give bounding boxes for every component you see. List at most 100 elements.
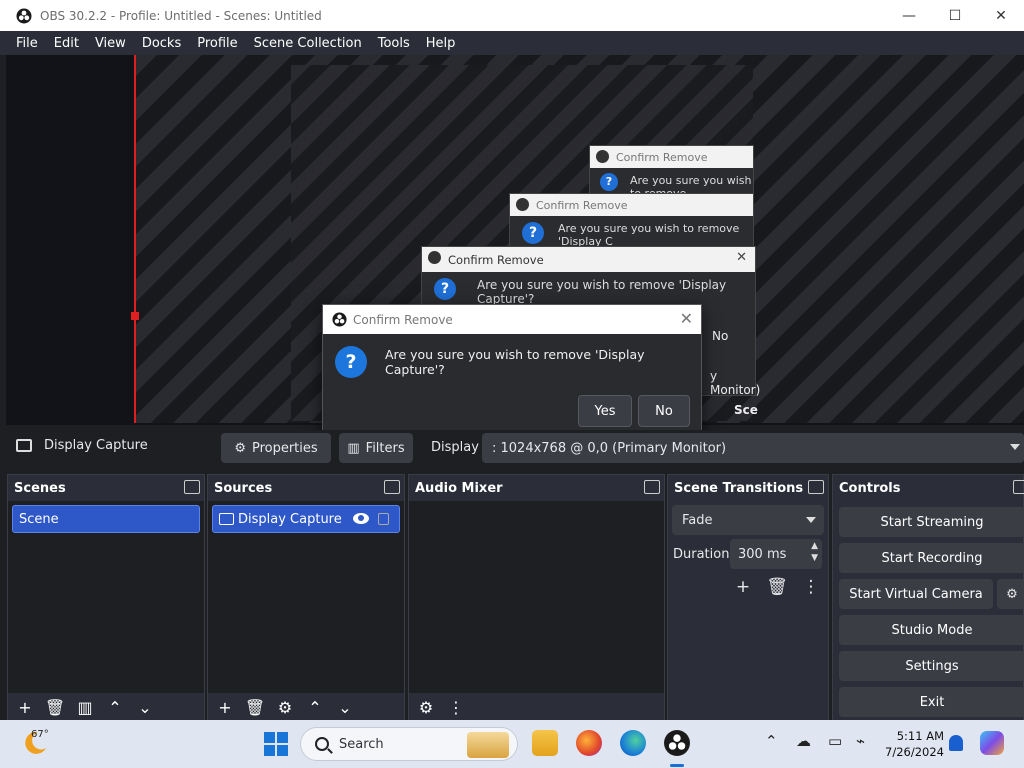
exit-button[interactable]: Exit bbox=[839, 687, 1024, 717]
ghost-dialog-title: Confirm Remove bbox=[616, 150, 708, 164]
display-icon[interactable]: ▭ bbox=[828, 732, 842, 750]
ghost-scene-text: Sce bbox=[734, 403, 758, 417]
studio-mode-button[interactable]: Studio Mode bbox=[839, 615, 1024, 645]
obs-window: OBS 30.2.2 - Profile: Untitled - Scenes:… bbox=[0, 0, 1024, 768]
dialog-close-button[interactable]: ✕ bbox=[680, 309, 693, 328]
dialog-title-bar: Confirm Remove ✕ bbox=[323, 305, 701, 334]
maximize-button[interactable]: ☐ bbox=[932, 0, 978, 31]
menu-edit[interactable]: Edit bbox=[46, 36, 87, 51]
clock-date: 7/26/2024 bbox=[885, 745, 944, 759]
chevron-up-icon[interactable]: ⌃ bbox=[102, 696, 128, 718]
properties-label: Properties bbox=[251, 440, 318, 456]
ghost-no-button: No bbox=[712, 329, 729, 343]
dock-header: Audio Mixer bbox=[409, 475, 664, 501]
filter-icon: ▥ bbox=[347, 440, 360, 456]
question-icon: ? bbox=[434, 278, 456, 300]
notification-bell-icon[interactable] bbox=[949, 735, 963, 751]
ghost-dialog-3: Confirm Remove ?Are you sure you wish to… bbox=[589, 145, 754, 200]
gear-icon[interactable]: ⚙ bbox=[413, 696, 439, 718]
window-title: OBS 30.2.2 - Profile: Untitled - Scenes:… bbox=[40, 8, 322, 23]
chevron-down-icon[interactable]: ⌄ bbox=[132, 696, 158, 718]
menu-scene-collection[interactable]: Scene Collection bbox=[246, 36, 370, 51]
undock-icon[interactable] bbox=[184, 480, 200, 494]
taskbar-search[interactable]: Search bbox=[300, 727, 518, 761]
settings-button[interactable]: Settings bbox=[839, 651, 1024, 681]
file-explorer-icon[interactable] bbox=[532, 730, 558, 756]
chevron-up-icon[interactable]: ⌃ bbox=[302, 696, 328, 718]
close-button[interactable]: ✕ bbox=[978, 0, 1024, 31]
question-icon: ? bbox=[600, 173, 618, 191]
start-streaming-button[interactable]: Start Streaming bbox=[839, 507, 1024, 537]
confirm-remove-dialog: Confirm Remove ✕ ? Are you sure you wish… bbox=[322, 304, 702, 438]
dock-header: Scenes bbox=[8, 475, 204, 501]
lock-icon[interactable] bbox=[378, 513, 389, 525]
transitions-title: Scene Transitions bbox=[674, 480, 804, 496]
clock[interactable]: 5:11 AM 7/26/2024 bbox=[874, 728, 944, 760]
firefox-icon[interactable] bbox=[576, 730, 602, 756]
ghost-dialog-2: Confirm Remove ? Are you sure you wish to… bbox=[509, 193, 754, 253]
scenes-dock: Scenes Scene + 🗑 ▥ ⌃ ⌄ bbox=[7, 474, 205, 722]
question-icon: ? bbox=[522, 222, 544, 244]
add-icon[interactable]: + bbox=[212, 696, 238, 718]
menu-view[interactable]: View bbox=[87, 36, 134, 51]
more-options-icon[interactable]: ⋮ bbox=[443, 696, 469, 718]
close-icon: ✕ bbox=[736, 250, 747, 265]
duration-value: 300 ms bbox=[738, 546, 787, 562]
transition-select[interactable]: Fade bbox=[672, 505, 824, 535]
menu-profile[interactable]: Profile bbox=[189, 36, 245, 51]
source-item[interactable]: Display Capture bbox=[212, 505, 400, 533]
yes-button[interactable]: Yes bbox=[578, 395, 632, 427]
trash-icon[interactable]: 🗑 bbox=[764, 575, 790, 599]
active-app-indicator bbox=[670, 764, 684, 767]
obs-taskbar-icon[interactable] bbox=[664, 730, 690, 756]
window-controls: — ☐ ✕ bbox=[886, 0, 1024, 31]
copilot-icon[interactable] bbox=[980, 731, 1004, 755]
virtual-camera-settings-button[interactable]: ⚙ bbox=[997, 579, 1024, 609]
no-button[interactable]: No bbox=[638, 395, 690, 427]
more-options-icon[interactable]: ⋮ bbox=[798, 575, 824, 599]
menu-docks[interactable]: Docks bbox=[134, 36, 189, 51]
gear-icon[interactable]: ⚙ bbox=[272, 696, 298, 718]
chevron-down-icon[interactable]: ▼ bbox=[811, 553, 818, 563]
filter-icon[interactable]: ▥ bbox=[72, 696, 98, 718]
eye-icon[interactable] bbox=[353, 513, 369, 524]
search-placeholder: Search bbox=[339, 736, 384, 752]
add-icon[interactable]: + bbox=[12, 696, 38, 718]
menu-tools[interactable]: Tools bbox=[370, 36, 418, 51]
source-item-label: Display Capture bbox=[238, 511, 342, 527]
cloud-offline-icon[interactable]: ☁ bbox=[796, 732, 811, 750]
chevron-down-icon[interactable]: ⌄ bbox=[332, 696, 358, 718]
display-select[interactable]: : 1024x768 @ 0,0 (Primary Monitor) bbox=[482, 433, 1024, 463]
menu-help[interactable]: Help bbox=[418, 36, 464, 51]
sources-footer: + 🗑 ⚙ ⌃ ⌄ bbox=[208, 693, 404, 721]
network-icon[interactable]: ⌁ bbox=[856, 732, 865, 750]
mixer-body bbox=[409, 501, 664, 693]
chevron-up-icon[interactable]: ▲ bbox=[811, 541, 818, 551]
properties-button[interactable]: ⚙ Properties bbox=[221, 433, 331, 463]
add-icon[interactable]: + bbox=[730, 575, 756, 599]
controls-body: Start Streaming Start Recording Start Vi… bbox=[833, 475, 1024, 721]
dock-header: Sources bbox=[208, 475, 404, 501]
undock-icon[interactable] bbox=[384, 480, 400, 494]
duration-spinbox[interactable]: 300 ms ▲ ▼ bbox=[730, 539, 822, 569]
monitor-icon bbox=[219, 513, 234, 525]
start-button[interactable] bbox=[264, 732, 288, 756]
filters-button[interactable]: ▥ Filters bbox=[339, 433, 413, 463]
start-recording-button[interactable]: Start Recording bbox=[839, 543, 1024, 573]
undock-icon[interactable] bbox=[808, 480, 824, 494]
undock-icon[interactable] bbox=[644, 480, 660, 494]
scene-item[interactable]: Scene bbox=[12, 505, 200, 533]
resize-handle[interactable] bbox=[131, 312, 139, 320]
start-virtual-camera-button[interactable]: Start Virtual Camera bbox=[839, 579, 993, 609]
dialog-title: Confirm Remove bbox=[353, 312, 453, 327]
trash-icon[interactable]: 🗑 bbox=[42, 696, 68, 718]
menu-file[interactable]: File bbox=[8, 36, 46, 51]
ghost-dialog-message: Are you sure you wish to remove 'Display… bbox=[558, 222, 740, 248]
minimize-button[interactable]: — bbox=[886, 0, 932, 31]
chevron-up-icon[interactable]: ⌃ bbox=[765, 732, 778, 750]
selected-source-label: Display Capture bbox=[44, 438, 148, 453]
trash-icon[interactable]: 🗑 bbox=[242, 696, 268, 718]
filters-label: Filters bbox=[365, 440, 405, 456]
edge-icon[interactable] bbox=[620, 730, 646, 756]
ghost-dialog-title: Confirm Remove bbox=[448, 252, 544, 267]
